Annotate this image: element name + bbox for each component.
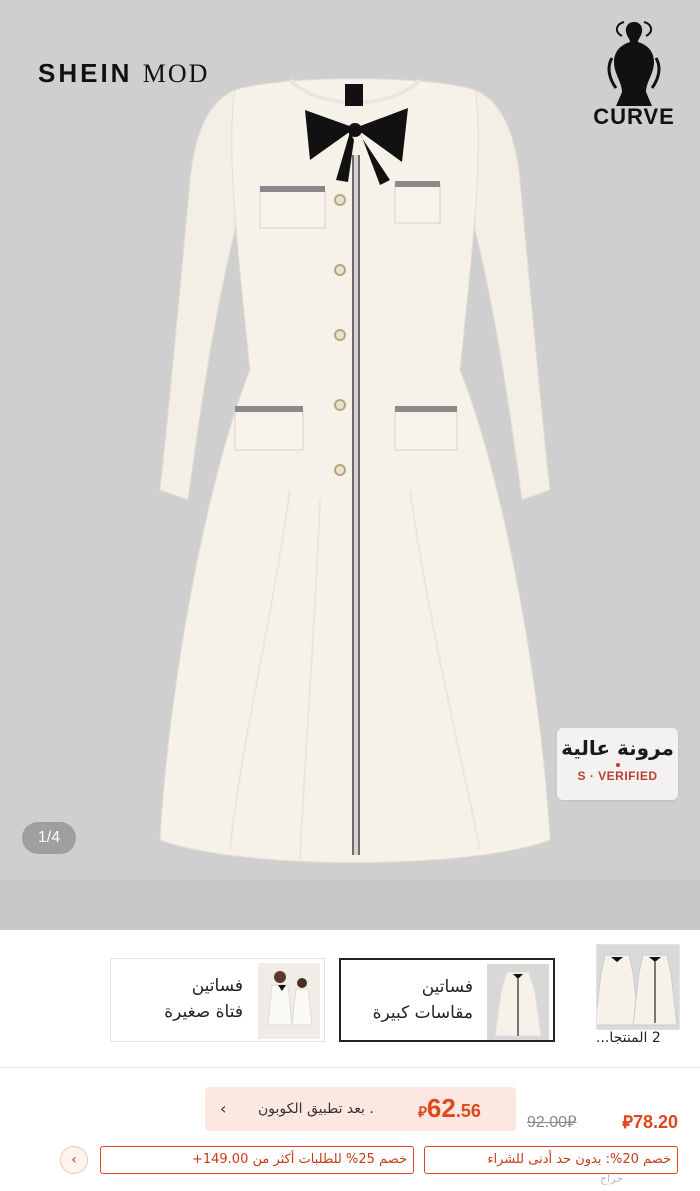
category-label: فساتين فتاة صغيرة bbox=[164, 976, 243, 1022]
category-label: فساتين مقاسات كبيرة bbox=[372, 977, 473, 1023]
badge-dot bbox=[615, 763, 620, 767]
coupon-label: . بعد تطبيق الكوبون bbox=[258, 1101, 374, 1117]
verified-badge: مرونة عالية S · VERIFIED bbox=[557, 728, 678, 800]
category-card-girls-dresses[interactable]: فساتين فتاة صغيرة bbox=[110, 958, 325, 1042]
currency-icon: ⃁ bbox=[418, 1104, 427, 1121]
variants-label[interactable]: 2 المنتجا... bbox=[596, 1030, 686, 1046]
elasticity-label: مرونة عالية bbox=[561, 736, 674, 760]
chevron-left-icon[interactable]: ‹ bbox=[220, 1099, 226, 1118]
dress-image bbox=[159, 78, 551, 863]
image-pager: 1/4 bbox=[22, 822, 76, 854]
more-promos-button[interactable]: ‹ bbox=[60, 1146, 88, 1174]
verified-label: S · VERIFIED bbox=[577, 769, 658, 783]
promo-tag-25-percent[interactable]: خصم 25% للطلبات أكثر من 149.00+ bbox=[100, 1146, 414, 1174]
category-thumbnail bbox=[258, 963, 320, 1039]
promo-tag-20-percent[interactable]: خصم 20%: بدون حد أدنى للشراء bbox=[424, 1146, 678, 1174]
watermark: حراج bbox=[600, 1172, 624, 1185]
curve-badge: CURVE bbox=[586, 18, 682, 136]
current-price: ⃁78.20 bbox=[622, 1112, 678, 1132]
currency-icon: ⃁ bbox=[622, 1112, 633, 1132]
related-categories: فساتين فتاة صغيرة فساتين مقاسات كبيرة 2 … bbox=[0, 930, 700, 1068]
original-price: 92.00⃁ bbox=[527, 1114, 577, 1131]
coupon-price: ⃁62.56 bbox=[418, 1093, 481, 1123]
category-thumbnail bbox=[487, 964, 549, 1040]
curve-label: CURVE bbox=[593, 104, 675, 129]
product-variants-thumbnail[interactable] bbox=[596, 944, 680, 1030]
curve-figure-icon bbox=[607, 21, 661, 106]
category-card-plus-size-dresses[interactable]: فساتين مقاسات كبيرة bbox=[339, 958, 555, 1042]
product-image-gallery[interactable]: SHEIN MOD CURVE مرونة عالية S · VERIFIED… bbox=[0, 0, 700, 930]
